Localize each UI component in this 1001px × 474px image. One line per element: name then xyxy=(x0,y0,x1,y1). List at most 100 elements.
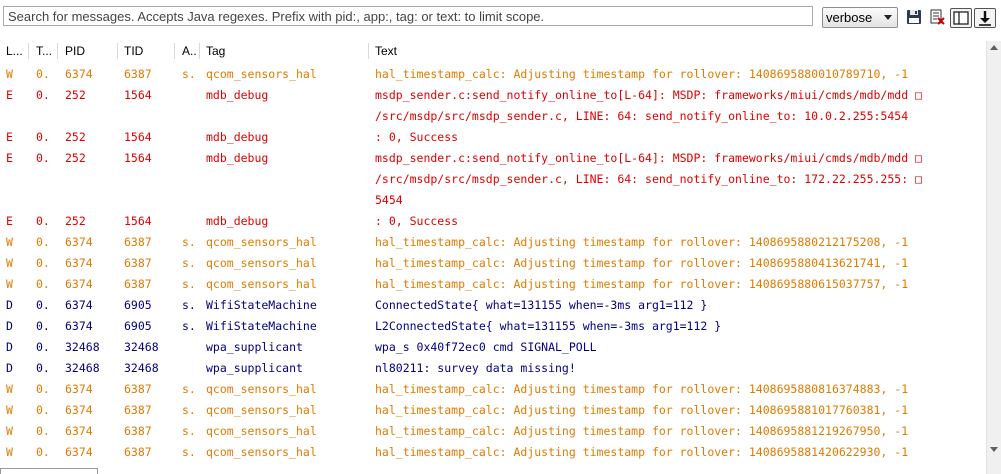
text-line: hal_timestamp_calc: Adjusting timestamp … xyxy=(375,235,909,249)
cell-level: D xyxy=(6,340,13,354)
cell-text: : 0, Success xyxy=(375,127,458,148)
cell-pid: 6374 xyxy=(65,319,93,333)
table-row[interactable]: D 0. 32468 32468 wpa_supplicant wpa_s 0x40f72… xyxy=(0,337,986,358)
text-line: /src/msdp/src/msdp_sender.c, LINE: 64: s… xyxy=(375,172,922,186)
cell-app: s. xyxy=(182,403,196,417)
cell-tid: 6387 xyxy=(124,235,152,249)
table-row[interactable]: W 0. 6374 6387 s. qcom_sensors_hal hal_timesta… xyxy=(0,232,986,253)
scroll-up-icon[interactable] xyxy=(990,45,998,50)
cell-tid: 1564 xyxy=(124,214,152,228)
cell-text: hal_timestamp_calc: Adjusting timestamp … xyxy=(375,274,908,295)
log-rows: W 0. 6374 6387 s. qcom_sensors_hal hal_timesta… xyxy=(0,64,986,463)
table-row[interactable]: E 0. 252 1564 mdb_debug msdp_sender.c:send_no… xyxy=(0,85,986,127)
cell-tag: WifiStateMachine xyxy=(206,298,317,312)
cell-level: D xyxy=(6,361,13,375)
save-icon[interactable] xyxy=(905,8,923,26)
cell-time: 0. xyxy=(36,403,50,417)
search-input[interactable] xyxy=(3,6,813,26)
cell-text: hal_timestamp_calc: Adjusting timestamp … xyxy=(375,379,908,400)
cell-tid: 6387 xyxy=(124,382,152,396)
table-row[interactable]: W 0. 6374 6387 s. qcom_sensors_hal hal_timesta… xyxy=(0,421,986,442)
cell-level: W xyxy=(6,277,13,291)
cell-tag: mdb_debug xyxy=(206,88,269,102)
cell-app: s. xyxy=(182,67,196,81)
table-row[interactable]: W 0. 6374 6387 s. qcom_sensors_hal hal_timesta… xyxy=(0,442,986,463)
cell-time: 0. xyxy=(36,361,50,375)
cell-level: E xyxy=(6,151,13,165)
cell-text: : 0, Success xyxy=(375,211,458,232)
cell-tid: 6387 xyxy=(124,424,152,438)
toggle-columns-icon[interactable] xyxy=(950,8,972,28)
cell-level: W xyxy=(6,235,13,249)
cell-tid: 6387 xyxy=(124,403,152,417)
cell-tid: 6387 xyxy=(124,445,152,459)
table-row[interactable]: D 0. 6374 6905 s. WifiStateMachine ConnectedSt… xyxy=(0,295,986,316)
table-row[interactable]: E 0. 252 1564 mdb_debug msdp_sender.c:send_no… xyxy=(0,148,986,211)
text-line: L2ConnectedState{ what=131155 when=-3ms … xyxy=(375,319,722,333)
log-level-select[interactable]: verbose xyxy=(822,7,898,28)
cell-pid: 6374 xyxy=(65,298,93,312)
horizontal-scrollbar[interactable] xyxy=(0,468,98,474)
cell-pid: 252 xyxy=(65,214,86,228)
cell-tag: qcom_sensors_hal xyxy=(206,277,317,291)
cell-text: nl80211: survey data missing! xyxy=(375,358,576,379)
cell-tid: 6905 xyxy=(124,319,152,333)
cell-time: 0. xyxy=(36,130,50,144)
table-row[interactable]: W 0. 6374 6387 s. qcom_sensors_hal hal_timesta… xyxy=(0,64,986,85)
cell-level: W xyxy=(6,445,13,459)
text-line: wpa_s 0x40f72ec0 cmd SIGNAL_POLL xyxy=(375,340,597,354)
cell-tid: 6387 xyxy=(124,256,152,270)
cell-tid: 1564 xyxy=(124,151,152,165)
cell-tid: 32468 xyxy=(124,361,159,375)
vertical-scrollbar[interactable] xyxy=(986,41,1001,474)
column-header-level[interactable]: L... xyxy=(6,44,22,58)
table-row[interactable]: E 0. 252 1564 mdb_debug: 0, Success xyxy=(0,127,986,148)
table-row[interactable]: D 0. 32468 32468 wpa_supplicant nl80211: surv… xyxy=(0,358,986,379)
text-line: : 0, Success xyxy=(375,130,459,144)
cell-pid: 6374 xyxy=(65,403,93,417)
scroll-down-icon[interactable] xyxy=(990,447,998,452)
cell-tid: 6387 xyxy=(124,277,152,291)
cell-pid: 32468 xyxy=(65,340,100,354)
cell-pid: 6374 xyxy=(65,256,93,270)
column-header-pid[interactable]: PID xyxy=(65,44,85,58)
cell-tag: qcom_sensors_hal xyxy=(206,235,317,249)
text-line: msdp_sender.c:send_notify_online_to[L-64… xyxy=(375,88,922,102)
cell-time: 0. xyxy=(36,298,50,312)
column-header-app[interactable]: A... xyxy=(182,44,196,58)
column-header-tid[interactable]: TID xyxy=(124,44,143,58)
clear-log-icon[interactable] xyxy=(928,8,946,26)
column-header-tag[interactable]: Tag xyxy=(206,44,225,58)
text-line: hal_timestamp_calc: Adjusting timestamp … xyxy=(375,382,909,396)
table-row[interactable]: W 0. 6374 6387 s. qcom_sensors_hal hal_timesta… xyxy=(0,274,986,295)
text-line: hal_timestamp_calc: Adjusting timestamp … xyxy=(375,403,909,417)
column-header-text[interactable]: Text xyxy=(375,44,397,58)
table-row[interactable]: W 0. 6374 6387 s. qcom_sensors_hal hal_timesta… xyxy=(0,253,986,274)
column-header-time[interactable]: T... xyxy=(36,44,54,58)
table-row[interactable]: D 0. 6374 6905 s. WifiStateMachine L2Connected… xyxy=(0,316,986,337)
table-row[interactable]: W 0. 6374 6387 s. qcom_sensors_hal hal_timesta… xyxy=(0,379,986,400)
table-row[interactable]: W 0. 6374 6387 s. qcom_sensors_hal hal_timesta… xyxy=(0,400,986,421)
cell-pid: 252 xyxy=(65,151,86,165)
cell-pid: 6374 xyxy=(65,67,93,81)
cell-time: 0. xyxy=(36,424,50,438)
cell-tag: mdb_debug xyxy=(206,130,269,144)
cell-text: hal_timestamp_calc: Adjusting timestamp … xyxy=(375,421,908,442)
cell-pid: 6374 xyxy=(65,424,93,438)
cell-tid: 1564 xyxy=(124,88,152,102)
cell-text: msdp_sender.c:send_notify_online_to[L-64… xyxy=(375,148,922,211)
cell-pid: 6374 xyxy=(65,445,93,459)
cell-app: s. xyxy=(182,319,196,333)
cell-pid: 6374 xyxy=(65,382,93,396)
cell-tag: qcom_sensors_hal xyxy=(206,403,317,417)
text-line: ConnectedState{ what=131155 when=-3ms ar… xyxy=(375,298,708,312)
scroll-lock-icon[interactable] xyxy=(974,8,996,28)
cell-level: E xyxy=(6,214,13,228)
cell-time: 0. xyxy=(36,277,50,291)
cell-level: E xyxy=(6,130,13,144)
cell-time: 0. xyxy=(36,214,50,228)
text-line: hal_timestamp_calc: Adjusting timestamp … xyxy=(375,256,909,270)
cell-tid: 6905 xyxy=(124,298,152,312)
table-row[interactable]: E 0. 252 1564 mdb_debug: 0, Success xyxy=(0,211,986,232)
cell-tag: qcom_sensors_hal xyxy=(206,382,317,396)
